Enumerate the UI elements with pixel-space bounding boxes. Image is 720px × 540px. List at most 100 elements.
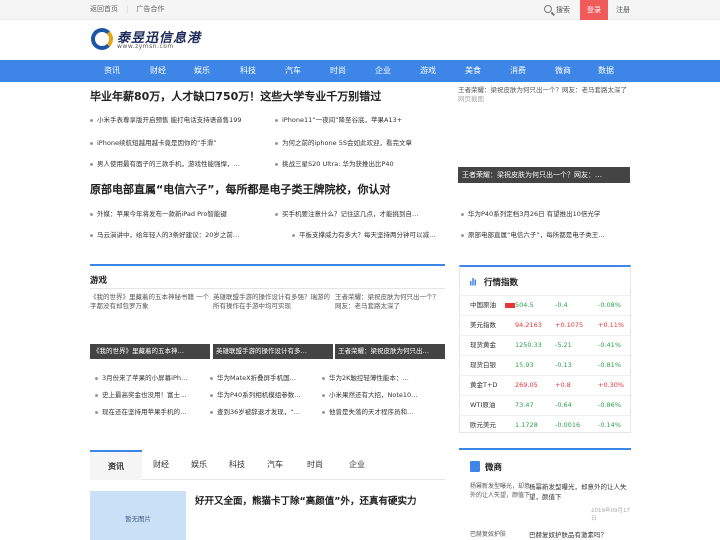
game-card-3[interactable]: 王者荣耀：梁祝皮肤为何只出一个？网友：老马套路太深了 王者荣耀：梁祝皮肤为何只出… xyxy=(335,293,445,359)
category-tabs: 资讯 财经 娱乐 科技 汽车 时尚 企业 xyxy=(90,450,445,480)
list-item[interactable]: 3月份来了苹果的小屏幕iPh… xyxy=(95,372,207,382)
nav-item-ent[interactable]: 娱乐 xyxy=(182,60,222,82)
nav-item-game[interactable]: 游戏 xyxy=(408,60,448,82)
section-rule xyxy=(90,264,445,266)
market-pct: -0.14% xyxy=(598,421,621,429)
tab-auto[interactable]: 汽车 xyxy=(256,450,294,480)
tab-tech[interactable]: 科技 xyxy=(218,450,256,480)
market-pct: -0.81% xyxy=(598,361,621,369)
headline-title-1[interactable]: 毕业年薪80万，人才缺口750万！这些大学专业千万别错过 xyxy=(90,88,381,104)
list-item[interactable]: 查到36岁被辞退才发现，“… xyxy=(210,406,325,416)
weishang-title[interactable]: 微商 xyxy=(485,461,502,473)
tab-biz[interactable]: 企业 xyxy=(338,450,376,480)
market-change: -0.4 xyxy=(555,301,568,309)
market-row[interactable]: WTI原油 73.47 -0.64 -0.86% xyxy=(460,395,630,414)
list-item[interactable]: 马云演讲中，给年轻人的3条好建议：20岁之前… xyxy=(90,229,270,239)
weishang-item-date: 2019年09月17日 xyxy=(591,508,630,522)
list-item[interactable]: 为何之前的iphone 5S会如此欢迎，看完文章 xyxy=(275,137,445,147)
home-link[interactable]: 返回首页 xyxy=(90,5,118,13)
market-pct: -0.08% xyxy=(598,301,621,309)
list-item[interactable]: 华为MateX折叠屏手机国… xyxy=(210,372,325,382)
game-card-2[interactable]: 英雄联盟手游的操作设计有多强？瑞游的所有操作在手游中均可实现 英雄联盟手游的操作… xyxy=(213,293,333,359)
article-title[interactable]: 好开又全面，熊猫卡丁除“高颜值”外，还真有硬实力 xyxy=(195,493,417,507)
article-thumbnail[interactable]: 暂无图片 xyxy=(90,491,186,540)
market-title[interactable]: 行情指数 xyxy=(484,276,518,288)
list-item[interactable]: 他曾是失落的天才程序员和… xyxy=(322,406,445,416)
market-name: 中国原油 xyxy=(470,301,496,309)
ad-link[interactable]: 广告合作 xyxy=(136,5,164,13)
list-item[interactable]: 平板支撑威力有多大？每天坚持两分钟可以减… xyxy=(292,229,457,239)
list-item[interactable]: 现在还在坚持用苹果手机的… xyxy=(95,406,207,416)
market-name: 欧元美元 xyxy=(470,421,496,429)
list-item[interactable]: 原部电部直属“电信六子”，每所都是电子类王… xyxy=(461,229,631,239)
list-item[interactable]: 外媒：苹果今年将发布一款新iPad Pro智能键 xyxy=(90,208,270,218)
search-icon[interactable] xyxy=(544,5,552,13)
market-pct: +0.11% xyxy=(598,321,625,329)
list-item[interactable]: 小米果然还有大招，Note10… xyxy=(322,389,445,399)
list-item[interactable]: iPhone续航短越用越卡竟是因你的“手滑” xyxy=(90,137,270,147)
tab-ent[interactable]: 娱乐 xyxy=(180,450,218,480)
market-price: 94.2163 xyxy=(515,321,542,329)
weishang-item-text[interactable]: 杨幂新发型曝光，却意外的让人失望，颜值下 xyxy=(529,482,629,502)
nav-item-biz[interactable]: 企业 xyxy=(363,60,403,82)
weishang-image-alt[interactable]: 巴赫复奴护肤 xyxy=(470,530,530,540)
list-item[interactable]: 华为2K触控轻薄性能本：… xyxy=(322,372,445,382)
game-card-alt: 《我的世界》里藏着的五本神秘书籍 一个字都没有却包罗万象 xyxy=(90,293,210,310)
market-row[interactable]: 现货白银 15.93 -0.13 -0.81% xyxy=(460,355,630,374)
main-nav: 资讯 财经 娱乐 科技 汽车 时尚 企业 游戏 美食 消费 微商 数据 xyxy=(0,60,720,82)
tab-news[interactable]: 资讯 xyxy=(90,450,142,480)
nav-item-finance[interactable]: 财经 xyxy=(138,60,178,82)
register-link[interactable]: 注册 xyxy=(616,5,630,15)
market-price: 15.93 xyxy=(515,361,534,369)
market-row[interactable]: 欧元美元 1.1728 -0.0016 -0.14% xyxy=(460,415,630,434)
nav-item-food[interactable]: 美食 xyxy=(453,60,493,82)
list-item[interactable]: 小米手表尊享版开启预售 能打电话支持语音售199 xyxy=(90,114,270,124)
game-card-1[interactable]: 《我的世界》里藏着的五本神秘书籍 一个字都没有却包罗万象 《我的世界》里藏着的五… xyxy=(90,293,210,359)
market-row[interactable]: 黄金T+D 269.05 +0.8 +0.30% xyxy=(460,375,630,394)
logo-icon[interactable] xyxy=(91,28,113,50)
top-links: 返回首页 | 广告合作 xyxy=(90,5,165,13)
nav-item-data[interactable]: 数据 xyxy=(586,60,626,82)
list-item[interactable]: 史上最高奖金也没用！富士… xyxy=(95,389,207,399)
list-item[interactable]: 华为P40系列相机模组参数… xyxy=(210,389,325,399)
weishang-item-text[interactable]: 巴赫复奴护肤品有激素吗？ xyxy=(529,530,629,540)
market-price: 504.5 xyxy=(515,301,534,309)
search-link[interactable]: 搜索 xyxy=(556,5,570,15)
list-item[interactable]: 男人使用最有面子的三款手机，游戏性能强悍，… xyxy=(90,158,270,168)
market-name: 黄金T+D xyxy=(470,381,498,389)
nav-item-tech[interactable]: 科技 xyxy=(228,60,268,82)
games-title[interactable]: 游戏 xyxy=(90,274,107,286)
nav-item-consume[interactable]: 消费 xyxy=(498,60,538,82)
nav-item-weishang[interactable]: 微商 xyxy=(543,60,583,82)
feature-image-alt-suffix: 网页截图 xyxy=(458,95,484,103)
tab-finance[interactable]: 财经 xyxy=(142,450,180,480)
market-change: +0.1075 xyxy=(555,321,584,329)
game-card-caption: 王者荣耀：梁祝皮肤为何只出… xyxy=(335,344,445,359)
feature-caption[interactable]: 王者荣耀：梁祝皮肤为何只出一个？网友：… xyxy=(458,167,630,183)
tab-fashion[interactable]: 时尚 xyxy=(296,450,334,480)
login-button[interactable]: 登录 xyxy=(580,0,608,20)
game-card-alt: 英雄联盟手游的操作设计有多强？瑞游的所有操作在手游中均可实现 xyxy=(213,293,330,310)
hot-badge-icon xyxy=(505,303,515,308)
market-panel: 行情指数 中国原油 504.5 -0.4 -0.08% 美元指数 94.2163 +0.10… xyxy=(459,265,631,433)
nav-item-auto[interactable]: 汽车 xyxy=(273,60,313,82)
market-price: 269.05 xyxy=(515,381,538,389)
market-row[interactable]: 中国原油 504.5 -0.4 -0.08% xyxy=(460,295,630,314)
market-price: 1250.33 xyxy=(515,341,542,349)
market-change: -0.64 xyxy=(555,401,572,409)
list-item[interactable]: 华为P40系列定档3月26日 有望推出10倍光学 xyxy=(461,208,631,218)
list-item[interactable]: iPhone11“一夜间”降至谷底，苹果A13+ xyxy=(275,114,445,124)
market-pct: -0.41% xyxy=(598,341,621,349)
market-change: -5.21 xyxy=(555,341,572,349)
market-price: 73.47 xyxy=(515,401,534,409)
bar-chart-icon xyxy=(470,278,476,286)
list-item[interactable]: 买手机要注意什么？记住这几点，才能挑到自… xyxy=(275,208,445,218)
list-item[interactable]: 挑战三星S20 Ultra: 华为获推出比P40 xyxy=(275,158,445,168)
market-row[interactable]: 现货黄金 1250.33 -5.21 -0.41% xyxy=(460,335,630,354)
market-row[interactable]: 美元指数 94.2163 +0.1075 +0.11% xyxy=(460,315,630,334)
nav-item-fashion[interactable]: 时尚 xyxy=(318,60,358,82)
market-change: -0.0016 xyxy=(555,421,581,429)
nav-item-news[interactable]: 资讯 xyxy=(92,60,132,82)
headline-title-2[interactable]: 原部电部直属“电信六子”，每所都是电子类王牌院校，你认对 xyxy=(90,181,390,197)
weishang-image-alt[interactable]: 杨幂新发型曝光，却意外的让人失望，颜值下 xyxy=(470,482,530,512)
